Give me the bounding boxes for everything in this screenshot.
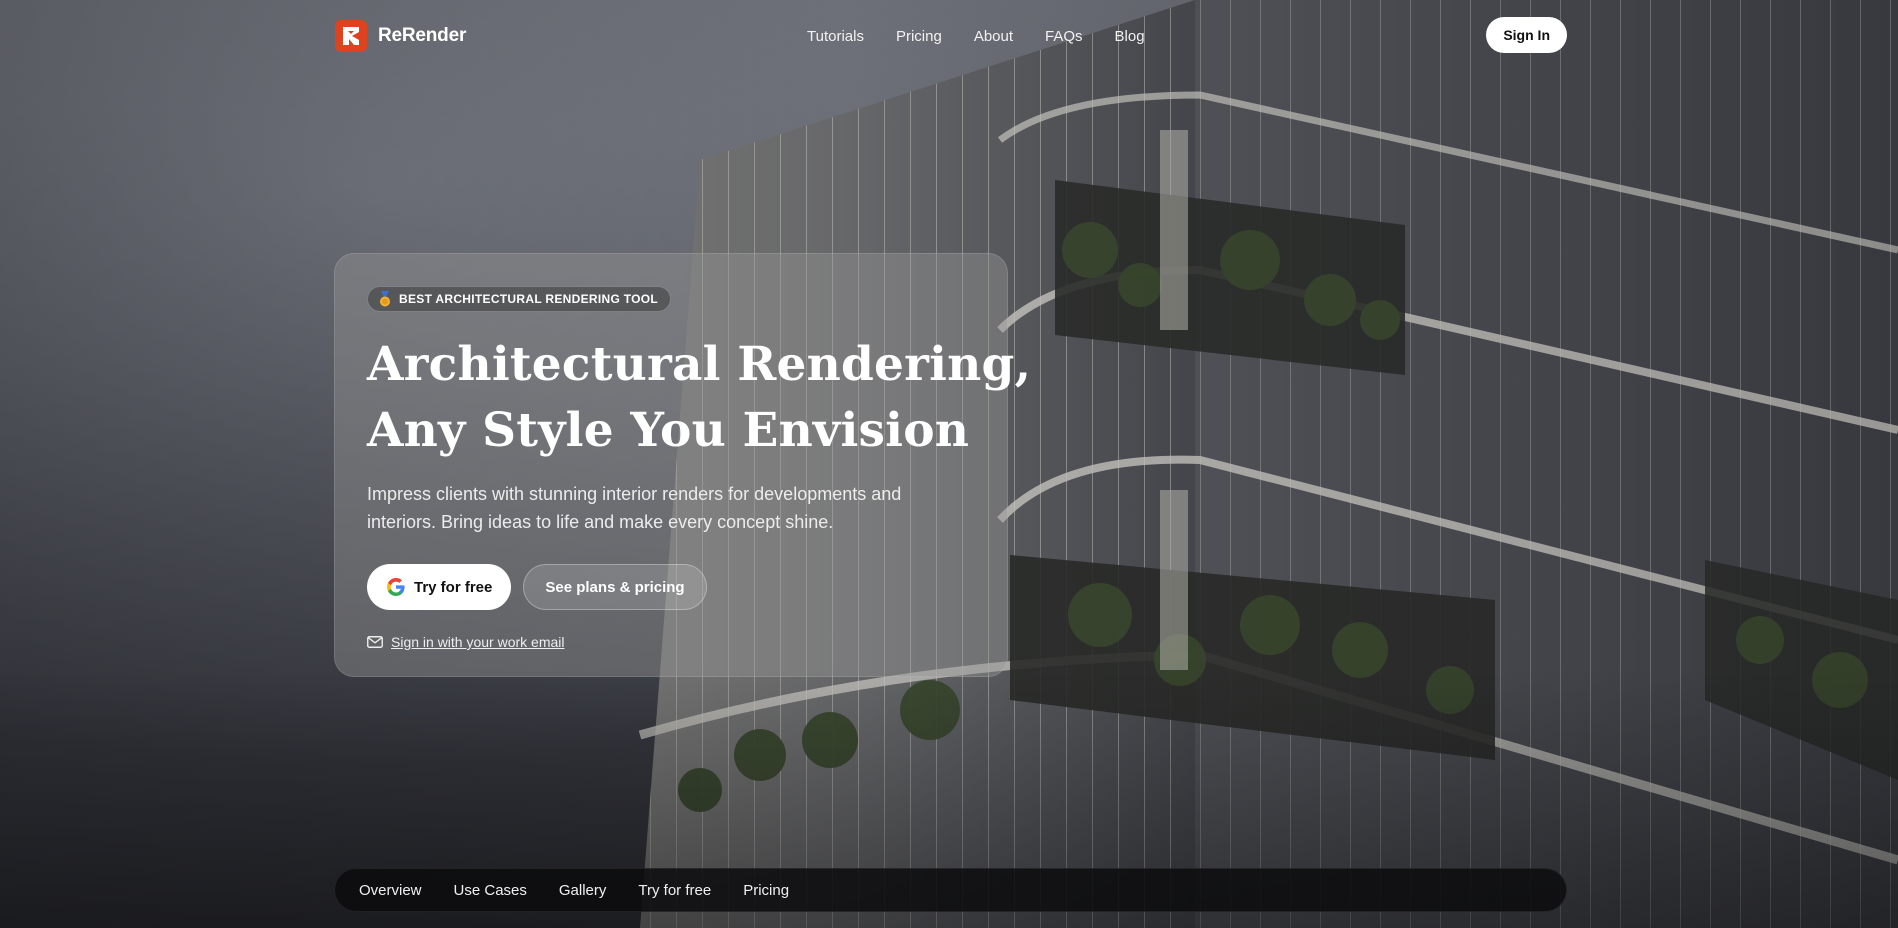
brand-home-link[interactable]: ReRender xyxy=(335,20,466,52)
work-email-signin-link[interactable]: Sign in with your work email xyxy=(391,634,565,650)
section-link-use-cases[interactable]: Use Cases xyxy=(454,882,527,899)
headline-line-2: Any Style You Envision xyxy=(367,403,970,458)
nav-link-about[interactable]: About xyxy=(974,28,1013,45)
google-icon xyxy=(387,578,405,596)
work-email-signin: Sign in with your work email xyxy=(367,634,975,650)
section-link-pricing[interactable]: Pricing xyxy=(743,882,789,899)
nav-link-pricing[interactable]: Pricing xyxy=(896,28,942,45)
brand-name: ReRender xyxy=(378,25,467,46)
section-navigation: Overview Use Cases Gallery Try for free … xyxy=(334,868,1567,912)
nav-link-tutorials[interactable]: Tutorials xyxy=(807,28,864,45)
hero-cta-group: Try for free See plans & pricing xyxy=(367,564,975,610)
mail-icon xyxy=(367,636,383,648)
medal-icon xyxy=(380,291,390,307)
main-nav-links: Tutorials Pricing About FAQs Blog xyxy=(807,17,1145,55)
nav-link-blog[interactable]: Blog xyxy=(1115,28,1145,45)
section-link-overview[interactable]: Overview xyxy=(359,882,422,899)
hero-headline: Architectural Rendering, Any Style You E… xyxy=(367,332,1032,464)
section-link-try-for-free[interactable]: Try for free xyxy=(638,882,711,899)
award-badge: BEST ARCHITECTURAL RENDERING TOOL xyxy=(367,286,672,312)
try-for-free-label: Try for free xyxy=(414,578,493,596)
badge-text: BEST ARCHITECTURAL RENDERING TOOL xyxy=(399,292,659,306)
try-for-free-button[interactable]: Try for free xyxy=(367,564,512,610)
headline-line-1: Architectural Rendering, xyxy=(367,337,1032,392)
rerender-logo-icon xyxy=(335,20,367,52)
see-plans-pricing-button[interactable]: See plans & pricing xyxy=(523,564,707,610)
top-navigation: ReRender Tutorials Pricing About FAQs Bl… xyxy=(335,17,1567,55)
hero-section: ReRender Tutorials Pricing About FAQs Bl… xyxy=(0,0,1898,928)
sign-in-button[interactable]: Sign In xyxy=(1486,17,1567,53)
nav-link-faqs[interactable]: FAQs xyxy=(1045,28,1083,45)
hero-card: BEST ARCHITECTURAL RENDERING TOOL Archit… xyxy=(334,253,1032,677)
hero-subtitle: Impress clients with stunning interior r… xyxy=(367,484,902,532)
section-link-gallery[interactable]: Gallery xyxy=(559,882,607,899)
